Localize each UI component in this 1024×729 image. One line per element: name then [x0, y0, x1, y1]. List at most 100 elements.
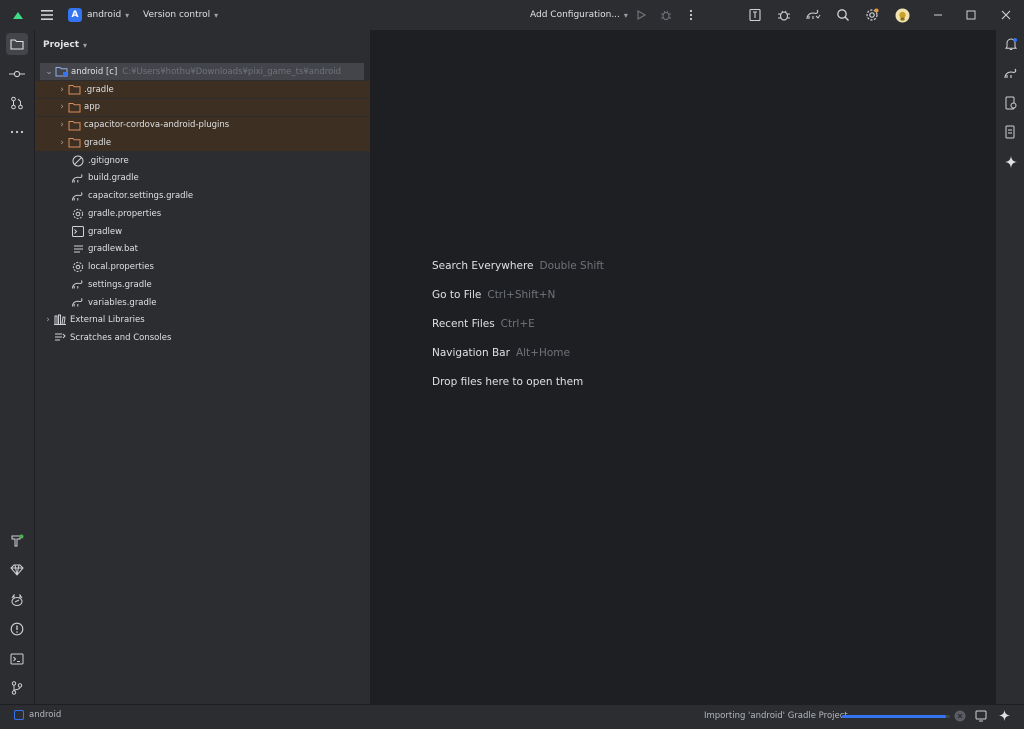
tree-item[interactable]: build.gradle	[35, 170, 139, 187]
version-control-label: Version control	[143, 10, 211, 20]
tree-item[interactable]: › capacitor-cordova-android-plugins	[35, 116, 370, 134]
tree-item-label: capacitor.settings.gradle	[88, 191, 194, 201]
editor-hint: Search Everywhere Double Shift	[432, 260, 604, 272]
tree-item-label: gradle	[84, 137, 112, 148]
running-devices-icon[interactable]	[1000, 121, 1022, 143]
hint-shortcut: Alt+Home	[515, 347, 570, 359]
more-tool-windows-icon[interactable]	[6, 121, 28, 143]
app-inspection-icon[interactable]	[775, 6, 793, 24]
left-tool-window-bar	[0, 30, 35, 704]
run-icon[interactable]	[632, 6, 650, 24]
device-manager-tool-icon[interactable]	[1000, 92, 1022, 114]
editor-hint: Go to File Ctrl+Shift+N	[432, 289, 555, 301]
status-breadcrumb-label: android	[29, 710, 62, 720]
problems-icon[interactable]	[6, 618, 28, 640]
gradle-file-icon	[71, 296, 85, 310]
hint-action: Recent Files	[432, 318, 495, 330]
tree-external-libraries-label: External Libraries	[70, 314, 145, 325]
progress-fill	[842, 715, 946, 718]
tree-item[interactable]: › app	[35, 98, 370, 116]
tree-scratches-and-consoles[interactable]: Scratches and Consoles	[53, 329, 171, 346]
run-configuration-label: Add Configuration...	[530, 10, 620, 20]
gitignore-icon	[71, 154, 85, 168]
version-control-menu[interactable]: Version control ▾	[143, 0, 218, 30]
chevron-right-icon[interactable]: ›	[57, 138, 67, 148]
chevron-right-icon[interactable]: ›	[57, 120, 67, 130]
search-icon[interactable]	[834, 6, 852, 24]
tree-scratches-label: Scratches and Consoles	[70, 332, 172, 343]
notifications-bell-icon[interactable]	[1000, 33, 1022, 55]
tree-item[interactable]: gradlew	[35, 223, 122, 240]
shell-script-icon	[71, 225, 85, 239]
chevron-down-icon: ▾	[83, 40, 88, 50]
close-window-icon[interactable]	[997, 6, 1015, 24]
gradle-file-icon	[71, 189, 85, 203]
tree-external-libraries[interactable]: › External Libraries	[43, 311, 145, 328]
gradle-file-icon	[71, 171, 85, 185]
maximize-window-icon[interactable]	[962, 6, 980, 24]
main-menu-icon[interactable]	[38, 6, 56, 24]
hint-action: Navigation Bar	[432, 347, 510, 359]
project-name: android	[87, 10, 122, 20]
gradle-tool-icon[interactable]	[1000, 63, 1022, 85]
panel-title: Project	[43, 40, 80, 50]
gemini-icon[interactable]	[6, 559, 28, 581]
tree-item[interactable]: › gradle	[35, 134, 370, 152]
editor-hint: Recent Files Ctrl+E	[432, 318, 535, 330]
tree-item-label: capacitor-cordova-android-plugins	[84, 120, 230, 130]
tree-root-label: android [c]	[71, 66, 118, 77]
tree-item[interactable]: gradlew.bat	[35, 241, 138, 258]
folder-icon	[67, 118, 81, 132]
hint-action: Drop files here to open them	[432, 376, 584, 388]
editor-hint: Navigation Bar Alt+Home	[432, 347, 570, 359]
user-avatar[interactable]	[893, 6, 911, 24]
tree-root-android[interactable]: ⌄ android [c] C:¥Users¥hothu¥Downloads¥p…	[40, 63, 364, 80]
tree-item[interactable]: .gitignore	[35, 152, 129, 169]
chevron-right-icon[interactable]: ›	[57, 102, 67, 112]
debug-icon[interactable]	[657, 6, 675, 24]
tree-item-label: app	[84, 102, 100, 113]
ai-sparkle-status-icon[interactable]	[999, 710, 1010, 721]
build-icon[interactable]	[6, 530, 28, 552]
minimize-window-icon[interactable]	[929, 6, 947, 24]
scratches-icon	[53, 331, 67, 345]
tree-item[interactable]: › .gradle	[35, 81, 370, 98]
chevron-right-icon[interactable]: ›	[57, 85, 67, 95]
tree-item[interactable]: capacitor.settings.gradle	[35, 188, 193, 205]
tree-root-path: C:¥Users¥hothu¥Downloads¥pixi_game_ts¥an…	[122, 66, 342, 77]
cancel-task-icon[interactable]	[954, 710, 966, 722]
project-selector[interactable]: A android ▾	[68, 0, 129, 30]
project-view-selector[interactable]: Project ▾	[43, 38, 87, 52]
project-tool-folder-icon[interactable]	[6, 33, 28, 55]
more-actions-icon[interactable]	[682, 6, 700, 24]
version-control-icon[interactable]	[6, 677, 28, 699]
chevron-down-icon: ▾	[125, 10, 130, 20]
commit-icon[interactable]	[6, 63, 28, 85]
chevron-right-icon[interactable]: ›	[43, 315, 53, 325]
chevron-down-icon[interactable]: ⌄	[44, 67, 54, 77]
logcat-icon[interactable]	[6, 589, 28, 611]
project-tool-window: Project ▾ ⌄ android [c] C:¥Users¥hothu¥D…	[35, 30, 371, 704]
background-task-label[interactable]: Importing 'android' Gradle Project	[704, 711, 848, 721]
tree-item-label: gradle.properties	[88, 208, 162, 219]
settings-gear-icon[interactable]	[863, 6, 881, 24]
hint-shortcut: Ctrl+Shift+N	[487, 289, 556, 301]
gradle-sync-icon[interactable]	[804, 6, 822, 24]
tree-item[interactable]: settings.gradle	[35, 276, 152, 293]
terminal-icon[interactable]	[6, 648, 28, 670]
ai-assistant-sparkle-icon[interactable]	[1000, 151, 1022, 173]
run-configuration-selector[interactable]: Add Configuration... ▾	[530, 0, 628, 30]
background-task-progress	[842, 715, 950, 718]
title-bar: A android ▾ Version control ▾ Add Config…	[0, 0, 1024, 31]
status-breadcrumb[interactable]: android	[14, 710, 61, 720]
tree-item[interactable]: variables.gradle	[35, 294, 157, 311]
tree-item[interactable]: local.properties	[35, 259, 154, 276]
tree-item[interactable]: gradle.properties	[35, 205, 161, 222]
tree-item-label: gradlew.bat	[88, 244, 138, 255]
tree-item-label: local.properties	[88, 262, 154, 272]
properties-file-icon	[71, 207, 85, 221]
hint-action: Search Everywhere	[432, 260, 534, 272]
pull-requests-icon[interactable]	[6, 92, 28, 114]
memory-indicator-icon[interactable]	[975, 710, 987, 722]
device-manager-icon[interactable]	[746, 6, 764, 24]
